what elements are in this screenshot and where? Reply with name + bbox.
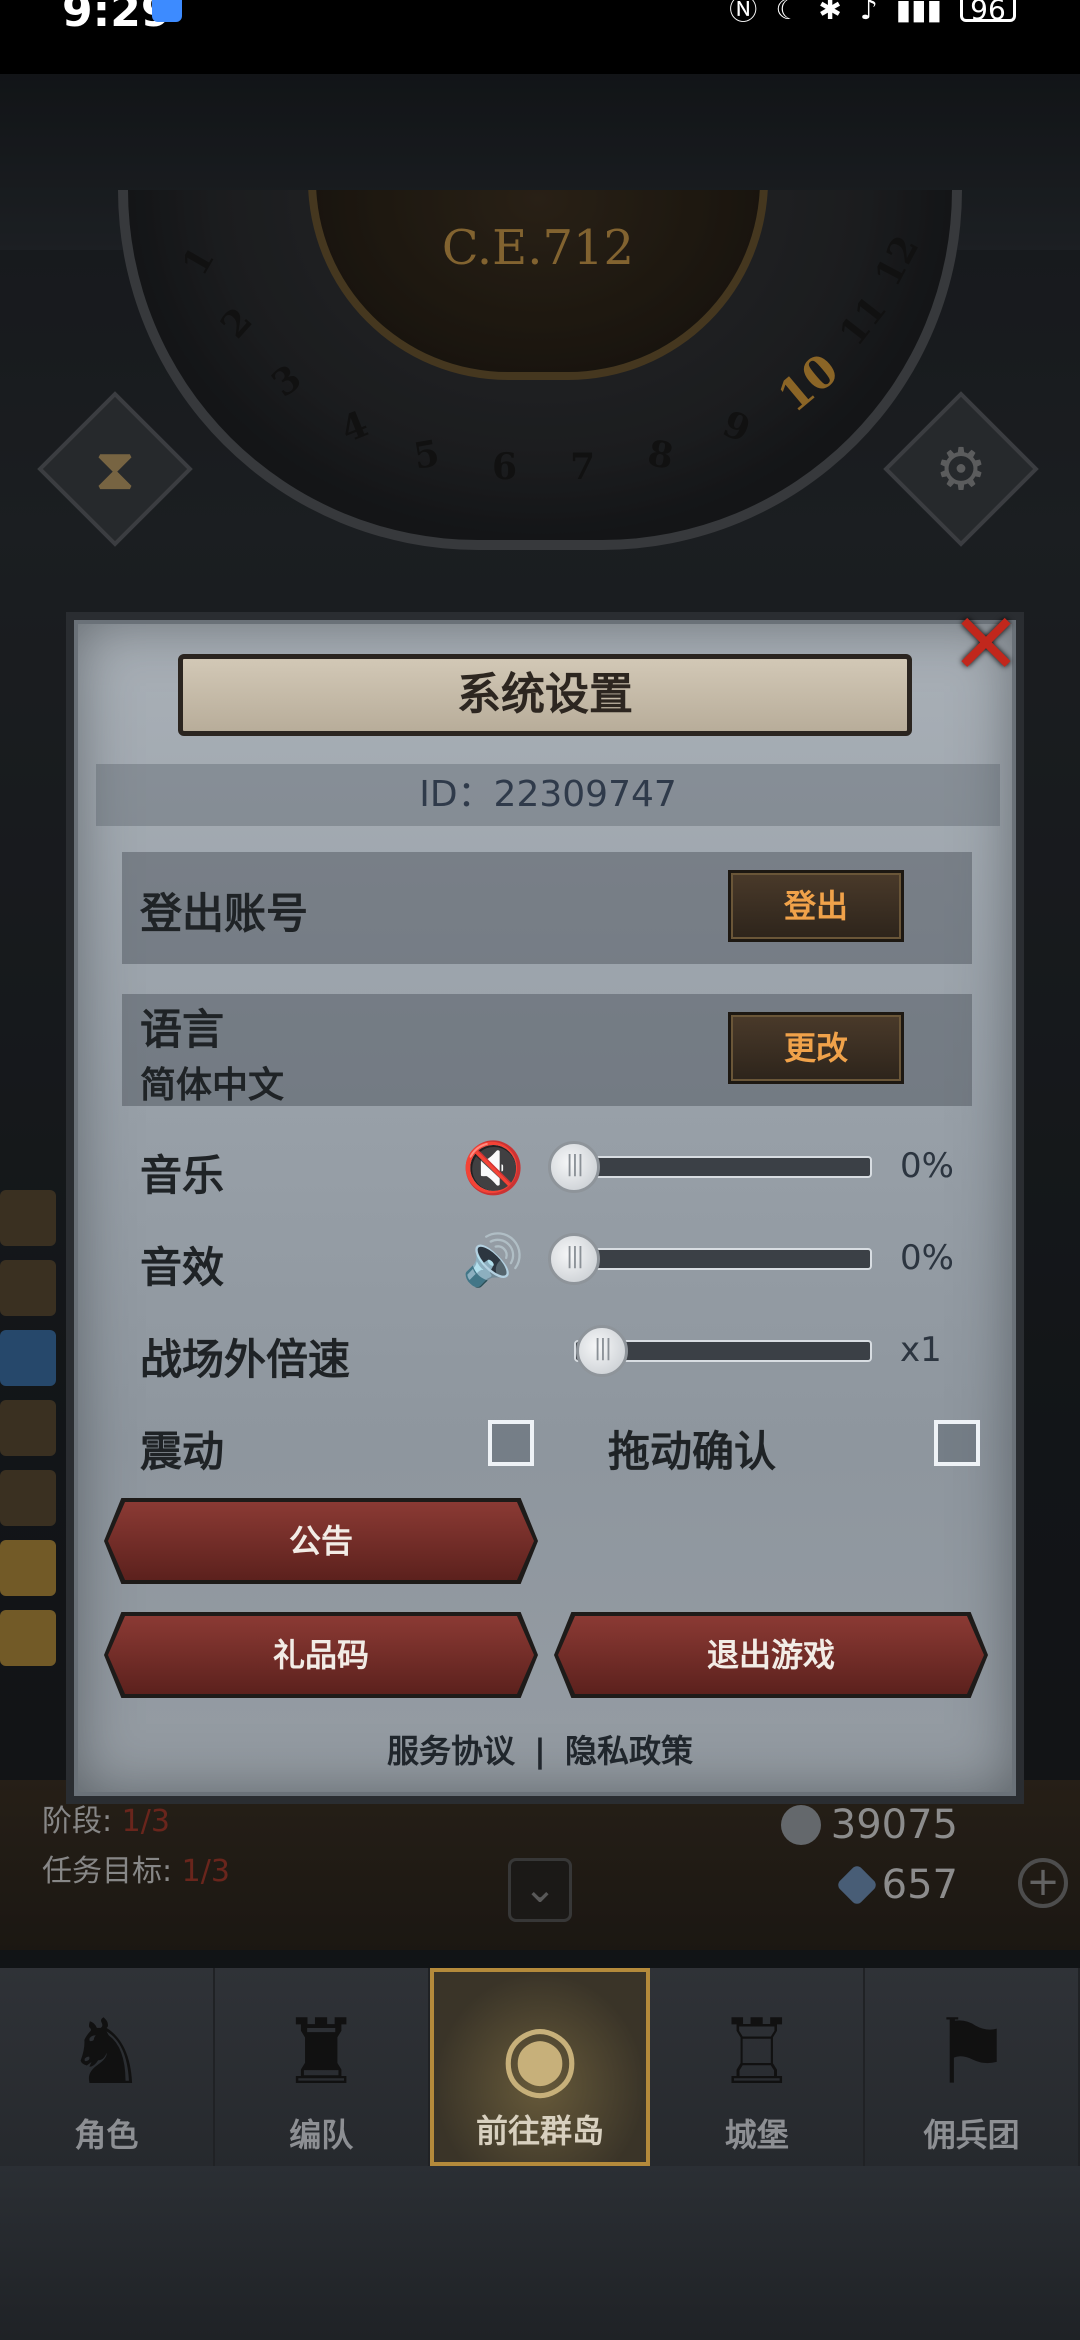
sfx-slider-handle[interactable]: [548, 1233, 600, 1285]
muted-speaker-icon[interactable]: 🔇: [462, 1140, 528, 1196]
exit-game-button[interactable]: 退出游戏: [558, 1616, 984, 1694]
music-slider-handle[interactable]: [548, 1141, 600, 1193]
speaker-icon[interactable]: 🔊: [462, 1232, 528, 1288]
signal-icon: ▮▮▮: [895, 0, 942, 26]
gift-code-button[interactable]: 礼品码: [108, 1616, 534, 1694]
nav-label: 编队: [289, 2116, 354, 2154]
bell-icon: ♪: [859, 0, 878, 26]
battery-icon: 96: [960, 0, 1016, 24]
dnd-icon: ☾: [775, 0, 801, 26]
nav-label: 角色: [74, 2116, 139, 2154]
sfx-value: 0%: [900, 1238, 954, 1278]
dialog-title-plate: 系统设置: [178, 654, 912, 736]
nav-item-character[interactable]: ♞ 角色: [0, 1968, 215, 2166]
mercenary-icon: ⚑: [931, 2000, 1012, 2105]
bottom-nav: ♞ 角色 ♜ 编队 ◉ 前往群岛 ♖ 城堡 ⚑ 佣兵团: [0, 1968, 1080, 2166]
change-language-button[interactable]: 更改: [728, 1012, 904, 1084]
knight-helmet-icon: ♞: [66, 2000, 147, 2105]
terms-link[interactable]: 服务协议: [387, 1726, 515, 1772]
bottom-strip: [0, 2166, 1080, 2340]
nav-label: 佣兵团: [923, 2116, 1020, 2154]
vibration-label: 震动: [140, 1427, 225, 1476]
announcement-button[interactable]: 公告: [108, 1502, 534, 1580]
nav-item-archipelago[interactable]: ◉ 前往群岛: [429, 1968, 651, 2166]
footer-separator: |: [534, 1732, 546, 1770]
nav-item-mercenary[interactable]: ⚑ 佣兵团: [865, 1968, 1080, 2166]
world-map-icon: ◉: [500, 2004, 580, 2109]
music-value: 0%: [900, 1146, 954, 1186]
close-icon: ✕: [950, 595, 1022, 693]
drag-confirm-checkbox[interactable]: [934, 1420, 980, 1466]
nfc-icon: Ⓝ: [729, 0, 758, 26]
bluetooth-icon: ✱: [818, 0, 842, 26]
speed-value: x1: [900, 1330, 942, 1370]
notification-app-icon: [152, 0, 182, 22]
nav-label: 前往群岛: [475, 2112, 604, 2150]
player-id: ID：22309747: [96, 764, 1000, 826]
privacy-link[interactable]: 隐私政策: [565, 1726, 693, 1772]
armor-icon: ♜: [280, 2000, 362, 2105]
status-bar: 9:29 Ⓝ ☾ ✱ ♪ ▮▮▮ 96: [0, 0, 1080, 74]
vibration-checkbox[interactable]: [488, 1420, 534, 1466]
language-label: 语言: [140, 1005, 225, 1054]
nav-item-formation[interactable]: ♜ 编队: [215, 1968, 430, 2166]
logout-label: 登出账号: [140, 889, 309, 938]
sfx-label: 音效: [140, 1243, 225, 1292]
logout-button[interactable]: 登出: [728, 870, 904, 942]
sfx-slider[interactable]: [574, 1248, 872, 1270]
drag-confirm-label: 拖动确认: [608, 1427, 777, 1476]
speed-slider-handle[interactable]: [576, 1325, 628, 1377]
music-label: 音乐: [140, 1151, 225, 1200]
speed-label: 战场外倍速: [140, 1335, 351, 1384]
language-value: 简体中文: [140, 1065, 285, 1106]
status-icons: Ⓝ ☾ ✱ ♪ ▮▮▮ 96: [729, 0, 1016, 26]
nav-item-castle[interactable]: ♖ 城堡: [650, 1968, 866, 2166]
castle-icon: ♖: [716, 2000, 798, 2105]
nav-label: 城堡: [724, 2116, 789, 2154]
dialog-title: 系统设置: [457, 669, 633, 720]
footer-links: 服务协议 | 隐私政策: [0, 1726, 1080, 1772]
close-button[interactable]: ✕: [948, 602, 1024, 686]
music-slider[interactable]: [574, 1156, 872, 1178]
